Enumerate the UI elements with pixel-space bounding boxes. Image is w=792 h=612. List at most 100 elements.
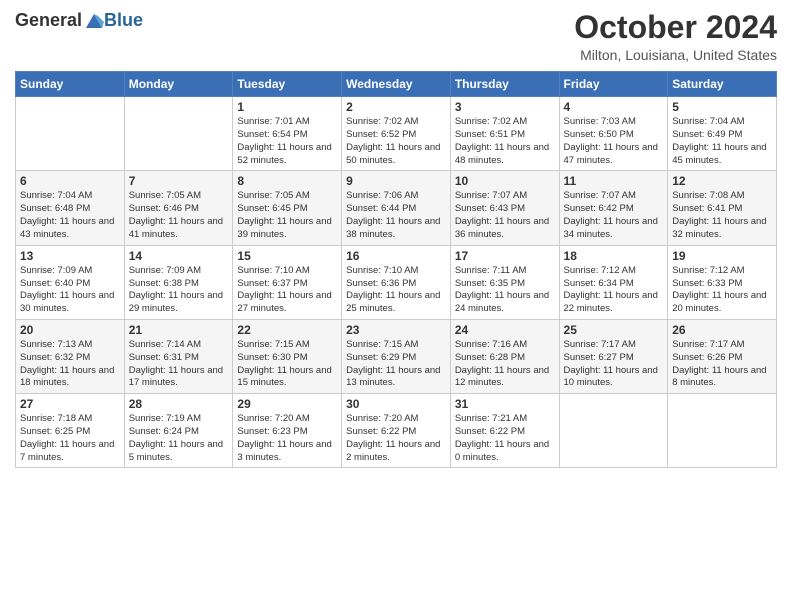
day-number: 27 [20, 397, 120, 411]
calendar-cell: 20Sunrise: 7:13 AM Sunset: 6:32 PM Dayli… [16, 319, 125, 393]
day-number: 25 [564, 323, 664, 337]
week-row-1: 1 Sunrise: 7:01 AM Sunset: 6:54 PM Daylig… [16, 97, 777, 171]
calendar-cell: 24 Sunrise: 7:16 AM Sunset: 6:28 PM Dayli… [450, 319, 559, 393]
day-number: 31 [455, 397, 555, 411]
cell-content: Sunrise: 7:05 AM Sunset: 6:46 PM Dayligh… [129, 190, 229, 241]
day-number: 12 [672, 174, 772, 188]
day-number: 19 [672, 249, 772, 263]
cell-content: Sunrise: 7:08 AM Sunset: 6:41 PM Dayligh… [672, 190, 772, 241]
cell-content: Sunrise: 7:11 AM Sunset: 6:35 PM Dayligh… [455, 265, 555, 316]
logo-blue-text: Blue [104, 10, 143, 31]
cell-content: Sunrise: 7:02 AM Sunset: 6:51 PM Dayligh… [455, 116, 555, 167]
day-number: 16 [346, 249, 446, 263]
cell-content: Sunrise: 7:09 AM Sunset: 6:38 PM Dayligh… [129, 265, 229, 316]
calendar-cell: 28Sunrise: 7:19 AM Sunset: 6:24 PM Dayli… [124, 394, 233, 468]
day-number: 14 [129, 249, 229, 263]
cell-content: Sunrise: 7:03 AM Sunset: 6:50 PM Dayligh… [564, 116, 664, 167]
day-number: 15 [237, 249, 337, 263]
calendar-cell: 3 Sunrise: 7:02 AM Sunset: 6:51 PM Daylig… [450, 97, 559, 171]
day-number: 6 [20, 174, 120, 188]
calendar-cell [16, 97, 125, 171]
calendar-cell: 1 Sunrise: 7:01 AM Sunset: 6:54 PM Daylig… [233, 97, 342, 171]
cell-content: Sunrise: 7:10 AM Sunset: 6:37 PM Dayligh… [237, 265, 337, 316]
day-number: 29 [237, 397, 337, 411]
calendar-cell: 9 Sunrise: 7:06 AM Sunset: 6:44 PM Daylig… [342, 171, 451, 245]
header-row: SundayMondayTuesdayWednesdayThursdayFrid… [16, 72, 777, 97]
calendar-cell: 13 Sunrise: 7:09 AM Sunset: 6:40 PM Dayli… [16, 245, 125, 319]
day-header-saturday: Saturday [668, 72, 777, 97]
calendar-cell: 30Sunrise: 7:20 AM Sunset: 6:22 PM Dayli… [342, 394, 451, 468]
day-number: 24 [455, 323, 555, 337]
cell-content: Sunrise: 7:15 AM Sunset: 6:30 PM Dayligh… [237, 339, 337, 390]
cell-content: Sunrise: 7:20 AM Sunset: 6:22 PM Dayligh… [346, 413, 446, 464]
calendar-cell: 31 Sunrise: 7:21 AM Sunset: 6:22 PM Dayli… [450, 394, 559, 468]
calendar-cell: 16Sunrise: 7:10 AM Sunset: 6:36 PM Dayli… [342, 245, 451, 319]
day-number: 9 [346, 174, 446, 188]
calendar-cell: 5 Sunrise: 7:04 AM Sunset: 6:49 PM Daylig… [668, 97, 777, 171]
week-row-4: 20Sunrise: 7:13 AM Sunset: 6:32 PM Dayli… [16, 319, 777, 393]
calendar-cell: 23Sunrise: 7:15 AM Sunset: 6:29 PM Dayli… [342, 319, 451, 393]
day-number: 5 [672, 100, 772, 114]
cell-content: Sunrise: 7:04 AM Sunset: 6:49 PM Dayligh… [672, 116, 772, 167]
cell-content: Sunrise: 7:14 AM Sunset: 6:31 PM Dayligh… [129, 339, 229, 390]
day-number: 22 [237, 323, 337, 337]
calendar-cell: 17 Sunrise: 7:11 AM Sunset: 6:35 PM Dayli… [450, 245, 559, 319]
day-number: 21 [129, 323, 229, 337]
day-number: 7 [129, 174, 229, 188]
title-block: October 2024 Milton, Louisiana, United S… [574, 10, 777, 63]
cell-content: Sunrise: 7:17 AM Sunset: 6:26 PM Dayligh… [672, 339, 772, 390]
cell-content: Sunrise: 7:07 AM Sunset: 6:42 PM Dayligh… [564, 190, 664, 241]
day-header-sunday: Sunday [16, 72, 125, 97]
calendar-cell [668, 394, 777, 468]
cell-content: Sunrise: 7:02 AM Sunset: 6:52 PM Dayligh… [346, 116, 446, 167]
cell-content: Sunrise: 7:01 AM Sunset: 6:54 PM Dayligh… [237, 116, 337, 167]
day-number: 13 [20, 249, 120, 263]
calendar-cell [124, 97, 233, 171]
cell-content: Sunrise: 7:06 AM Sunset: 6:44 PM Dayligh… [346, 190, 446, 241]
day-header-thursday: Thursday [450, 72, 559, 97]
day-number: 3 [455, 100, 555, 114]
calendar-cell: 11 Sunrise: 7:07 AM Sunset: 6:42 PM Dayli… [559, 171, 668, 245]
day-number: 1 [237, 100, 337, 114]
calendar-cell: 14 Sunrise: 7:09 AM Sunset: 6:38 PM Dayli… [124, 245, 233, 319]
calendar-cell: 15 Sunrise: 7:10 AM Sunset: 6:37 PM Dayli… [233, 245, 342, 319]
cell-content: Sunrise: 7:05 AM Sunset: 6:45 PM Dayligh… [237, 190, 337, 241]
cell-content: Sunrise: 7:15 AM Sunset: 6:29 PM Dayligh… [346, 339, 446, 390]
cell-content: Sunrise: 7:16 AM Sunset: 6:28 PM Dayligh… [455, 339, 555, 390]
cell-content: Sunrise: 7:09 AM Sunset: 6:40 PM Dayligh… [20, 265, 120, 316]
day-header-wednesday: Wednesday [342, 72, 451, 97]
calendar-cell [559, 394, 668, 468]
location: Milton, Louisiana, United States [574, 47, 777, 63]
day-header-monday: Monday [124, 72, 233, 97]
cell-content: Sunrise: 7:13 AM Sunset: 6:32 PM Dayligh… [20, 339, 120, 390]
calendar-cell: 7 Sunrise: 7:05 AM Sunset: 6:46 PM Daylig… [124, 171, 233, 245]
week-row-5: 27Sunrise: 7:18 AM Sunset: 6:25 PM Dayli… [16, 394, 777, 468]
calendar-cell: 26 Sunrise: 7:17 AM Sunset: 6:26 PM Dayli… [668, 319, 777, 393]
cell-content: Sunrise: 7:20 AM Sunset: 6:23 PM Dayligh… [237, 413, 337, 464]
calendar-cell: 8 Sunrise: 7:05 AM Sunset: 6:45 PM Daylig… [233, 171, 342, 245]
calendar-cell: 10Sunrise: 7:07 AM Sunset: 6:43 PM Dayli… [450, 171, 559, 245]
day-header-friday: Friday [559, 72, 668, 97]
day-number: 2 [346, 100, 446, 114]
day-number: 17 [455, 249, 555, 263]
calendar-cell: 25 Sunrise: 7:17 AM Sunset: 6:27 PM Dayli… [559, 319, 668, 393]
logo: General Blue [15, 10, 143, 31]
cell-content: Sunrise: 7:19 AM Sunset: 6:24 PM Dayligh… [129, 413, 229, 464]
day-number: 11 [564, 174, 664, 188]
cell-content: Sunrise: 7:21 AM Sunset: 6:22 PM Dayligh… [455, 413, 555, 464]
day-number: 26 [672, 323, 772, 337]
calendar-cell: 2 Sunrise: 7:02 AM Sunset: 6:52 PM Daylig… [342, 97, 451, 171]
month-title: October 2024 [574, 10, 777, 45]
cell-content: Sunrise: 7:17 AM Sunset: 6:27 PM Dayligh… [564, 339, 664, 390]
day-header-tuesday: Tuesday [233, 72, 342, 97]
day-number: 10 [455, 174, 555, 188]
day-number: 18 [564, 249, 664, 263]
calendar-cell: 27Sunrise: 7:18 AM Sunset: 6:25 PM Dayli… [16, 394, 125, 468]
calendar-cell: 12 Sunrise: 7:08 AM Sunset: 6:41 PM Dayli… [668, 171, 777, 245]
calendar: SundayMondayTuesdayWednesdayThursdayFrid… [15, 71, 777, 468]
page: General Blue October 2024 Milton, Louisi… [0, 0, 792, 612]
calendar-cell: 22 Sunrise: 7:15 AM Sunset: 6:30 PM Dayli… [233, 319, 342, 393]
day-number: 8 [237, 174, 337, 188]
week-row-2: 6Sunrise: 7:04 AM Sunset: 6:48 PM Daylig… [16, 171, 777, 245]
week-row-3: 13 Sunrise: 7:09 AM Sunset: 6:40 PM Dayli… [16, 245, 777, 319]
